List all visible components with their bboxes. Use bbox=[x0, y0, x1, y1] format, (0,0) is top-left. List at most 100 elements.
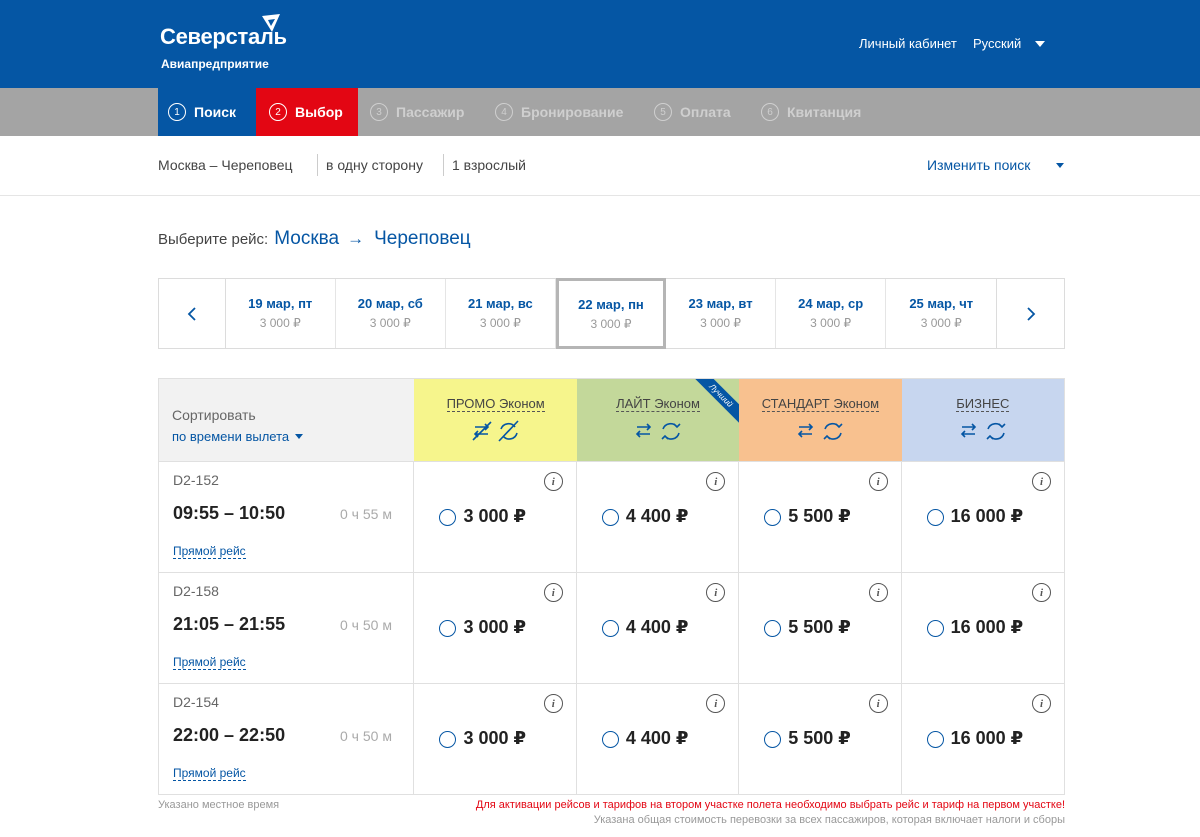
price-cell[interactable]: i 3 000 ₽ bbox=[414, 684, 577, 794]
fare-radio[interactable] bbox=[926, 620, 944, 637]
sort-value: по времени вылета bbox=[172, 429, 290, 444]
price-cell[interactable]: i 4 400 ₽ bbox=[577, 462, 740, 572]
booking-steps: 1 Поиск 2 Выбор 3 Пассажир 4 Бронировани… bbox=[0, 88, 1200, 136]
language-select[interactable]: Русский bbox=[973, 36, 1021, 51]
date-option[interactable]: 19 мар, пт 3 000 ₽ bbox=[226, 279, 336, 348]
date-option[interactable]: 25 мар, чт 3 000 ₽ bbox=[886, 279, 996, 348]
fare-name[interactable]: БИЗНЕС bbox=[956, 396, 1010, 412]
price-cell[interactable]: i 16 000 ₽ bbox=[902, 684, 1064, 794]
date-label: 24 мар, ср bbox=[798, 296, 864, 311]
info-icon[interactable]: i bbox=[1032, 694, 1051, 713]
step-receipt: 6 Квитанция bbox=[761, 88, 861, 136]
flight-time: 22:00 – 22:50 bbox=[173, 725, 286, 745]
info-icon[interactable]: i bbox=[543, 583, 563, 602]
price-cell[interactable]: i 4 400 ₽ bbox=[577, 684, 740, 794]
change-search-button[interactable]: Изменить поиск bbox=[927, 157, 1030, 173]
price-cell[interactable]: i 16 000 ₽ bbox=[902, 573, 1064, 683]
table-row: D2-152 09:55 – 10:50 0 ч 55 м Прямой рей… bbox=[159, 461, 1064, 572]
step-number: 6 bbox=[761, 103, 779, 121]
flight-type-link[interactable]: Прямой рейс bbox=[173, 545, 246, 559]
flight-info: D2-154 22:00 – 22:50 0 ч 50 м Прямой рей… bbox=[159, 684, 415, 794]
flight-type-link[interactable]: Прямой рейс bbox=[173, 656, 246, 670]
info-icon[interactable]: i bbox=[1032, 583, 1051, 602]
date-selector: 19 мар, пт 3 000 ₽ 20 мар, сб 3 000 ₽ 21… bbox=[158, 278, 1065, 349]
prev-dates-button[interactable] bbox=[159, 279, 226, 348]
fare-radio[interactable] bbox=[764, 731, 782, 748]
info-icon[interactable]: i bbox=[706, 583, 726, 602]
fare-radio[interactable] bbox=[764, 509, 782, 526]
fare-radio[interactable] bbox=[926, 509, 944, 526]
price-cell[interactable]: i 5 500 ₽ bbox=[739, 462, 902, 572]
fare-name[interactable]: ЛАЙТ Эконом bbox=[616, 396, 700, 412]
price-cell[interactable]: i 3 000 ₽ bbox=[414, 462, 577, 572]
date-price: 3 000 ₽ bbox=[259, 316, 301, 330]
date-option[interactable]: 21 мар, вс 3 000 ₽ bbox=[446, 279, 556, 348]
date-option[interactable]: 24 мар, ср 3 000 ₽ bbox=[776, 279, 887, 348]
fare-radio[interactable] bbox=[601, 731, 619, 748]
fare-radio[interactable] bbox=[439, 509, 457, 526]
fare-radio[interactable] bbox=[764, 620, 782, 637]
info-icon[interactable]: i bbox=[706, 694, 726, 713]
chevron-down-icon[interactable] bbox=[1035, 41, 1045, 47]
flight-info: D2-158 21:05 – 21:55 0 ч 50 м Прямой рей… bbox=[159, 573, 415, 683]
step-search[interactable]: 1 Поиск bbox=[158, 88, 256, 136]
fare-name[interactable]: СТАНДАРТ Эконом bbox=[761, 396, 880, 412]
price-cell[interactable]: i 3 000 ₽ bbox=[414, 573, 577, 683]
fare-radio[interactable] bbox=[439, 620, 457, 637]
sort-label: Сортировать bbox=[172, 407, 256, 423]
fare-price: 16 000 ₽ bbox=[950, 728, 1024, 748]
fare-radio[interactable] bbox=[601, 620, 619, 637]
step-number: 2 bbox=[269, 103, 287, 121]
step-label: Оплата bbox=[680, 104, 731, 120]
fare-price: 4 400 ₽ bbox=[625, 617, 689, 637]
date-label: 21 мар, вс bbox=[467, 296, 533, 311]
step-select[interactable]: 2 Выбор bbox=[256, 88, 358, 136]
fare-radio[interactable] bbox=[601, 509, 619, 526]
info-icon[interactable]: i bbox=[706, 472, 726, 491]
fare-price: 3 000 ₽ bbox=[463, 506, 527, 526]
info-icon[interactable]: i bbox=[868, 472, 888, 491]
info-icon[interactable]: i bbox=[543, 472, 563, 491]
date-price: 3 000 ₽ bbox=[920, 316, 962, 330]
date-option[interactable]: 23 мар, вт 3 000 ₽ bbox=[666, 279, 777, 348]
summary-trip-type: в одну сторону bbox=[326, 157, 423, 173]
chevron-down-icon bbox=[295, 434, 304, 439]
account-link[interactable]: Личный кабинет bbox=[859, 36, 957, 51]
info-icon[interactable]: i bbox=[868, 694, 888, 713]
local-time-note: Указано местное время bbox=[158, 799, 280, 811]
price-cell[interactable]: i 5 500 ₽ bbox=[739, 573, 902, 683]
price-cell[interactable]: i 5 500 ₽ bbox=[739, 684, 902, 794]
chevron-down-icon[interactable] bbox=[1056, 163, 1064, 168]
step-number: 1 bbox=[168, 103, 186, 121]
fare-price: 16 000 ₽ bbox=[950, 506, 1024, 526]
next-dates-button[interactable] bbox=[996, 279, 1064, 348]
date-option[interactable]: 20 мар, сб 3 000 ₽ bbox=[336, 279, 446, 348]
fare-radio[interactable] bbox=[926, 731, 944, 748]
info-icon[interactable]: i bbox=[543, 694, 563, 713]
step-label: Выбор bbox=[295, 104, 343, 120]
route-from: Москва bbox=[274, 228, 340, 249]
info-icon[interactable]: i bbox=[1032, 472, 1051, 491]
flight-type-link[interactable]: Прямой рейс bbox=[173, 767, 246, 781]
info-icon[interactable]: i bbox=[868, 583, 888, 602]
date-price: 3 000 ₽ bbox=[700, 316, 742, 330]
sort-dropdown[interactable]: по времени вылета bbox=[172, 429, 414, 444]
chevron-left-icon bbox=[187, 306, 196, 321]
fare-name[interactable]: ПРОМО Эконом bbox=[446, 396, 545, 412]
table-row: D2-158 21:05 – 21:55 0 ч 50 м Прямой рей… bbox=[159, 572, 1064, 683]
fare-price: 5 500 ₽ bbox=[788, 617, 851, 637]
step-label: Поиск bbox=[194, 104, 237, 120]
fare-standard-header: СТАНДАРТ Эконом bbox=[739, 379, 902, 461]
step-label: Бронирование bbox=[521, 104, 624, 120]
flight-duration: 0 ч 55 м bbox=[340, 506, 392, 522]
fare-business-header: БИЗНЕС bbox=[901, 379, 1065, 461]
route-heading: Выберите рейс: Москва → Череповец bbox=[158, 228, 471, 250]
step-number: 4 bbox=[495, 103, 513, 121]
date-option-selected[interactable]: 22 мар, пн 3 000 ₽ bbox=[555, 278, 667, 349]
fare-price: 4 400 ₽ bbox=[625, 728, 689, 748]
price-cell[interactable]: i 16 000 ₽ bbox=[902, 462, 1064, 572]
fare-price: 5 500 ₽ bbox=[788, 728, 851, 748]
step-number: 5 bbox=[654, 103, 672, 121]
fare-radio[interactable] bbox=[439, 731, 457, 748]
price-cell[interactable]: i 4 400 ₽ bbox=[577, 573, 740, 683]
